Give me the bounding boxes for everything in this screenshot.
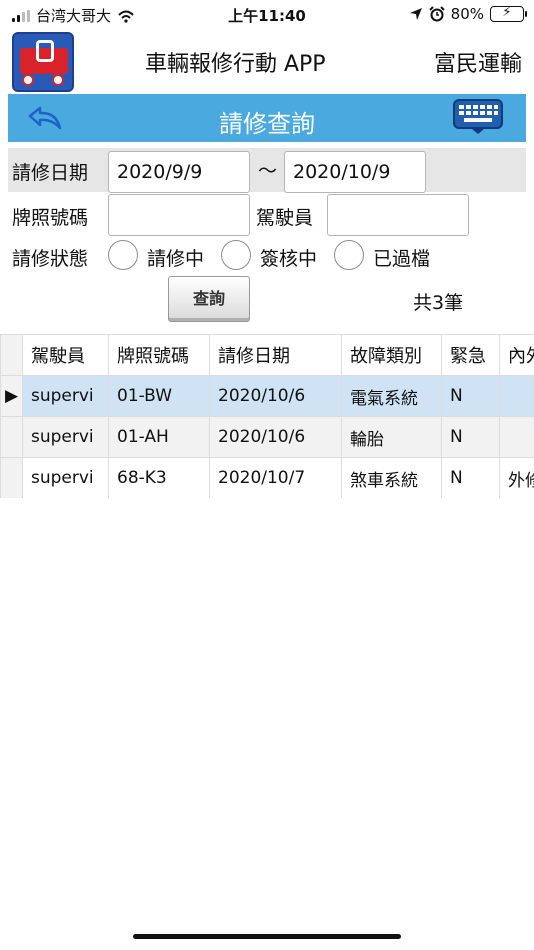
app-title: 車輛報修行動 APP <box>145 52 326 77</box>
home-indicator <box>133 934 401 939</box>
record-count: 共3筆 <box>413 292 464 314</box>
keyboard-icon[interactable] <box>452 98 504 136</box>
cell-date: 2020/10/6 <box>209 375 342 417</box>
table-row[interactable]: supervi 01-AH 2020/10/6 輪胎 N <box>0 416 534 458</box>
column-header-date[interactable]: 請修日期 <box>209 334 342 376</box>
column-header-plate[interactable]: 牌照號碼 <box>108 334 210 376</box>
grid-header-row: 駕駛員 牌照號碼 請修日期 故障類別 緊急 內外 <box>0 334 534 376</box>
cell-fault-type: 電氣系統 <box>341 375 442 417</box>
column-header-driver[interactable]: 駕駛員 <box>22 334 109 376</box>
cell-plate: 01-BW <box>108 375 210 417</box>
query-form: 請修日期 ～ 牌照號碼 駕駛員 請修狀態 請修中 簽核中 已過檔 查詢 共3筆 <box>8 148 526 330</box>
status-radio-approving[interactable] <box>221 240 251 270</box>
cell-urgent: N <box>441 375 500 417</box>
cell-date: 2020/10/6 <box>209 416 342 458</box>
query-button[interactable]: 查詢 <box>168 276 250 322</box>
title-bar: 請修查詢 <box>8 94 526 142</box>
page-title: 請修查詢 <box>219 110 315 138</box>
table-row[interactable]: ▶ supervi 01-BW 2020/10/6 電氣系統 N <box>0 375 534 417</box>
cell-driver: supervi <box>22 457 109 498</box>
status-bar: 台湾大哥大 上午11:40 80% ⚡ <box>0 0 534 30</box>
cell-urgent: N <box>441 416 500 458</box>
table-row[interactable]: supervi 68-K3 2020/10/7 煞車系統 N 外修 <box>0 457 534 498</box>
cell-urgent: N <box>441 457 500 498</box>
cell-plate: 01-AH <box>108 416 210 458</box>
column-header-urgent[interactable]: 緊急 <box>441 334 500 376</box>
battery-icon: ⚡ <box>490 5 527 22</box>
plate-number-label: 牌照號碼 <box>12 207 89 229</box>
status-option-repairing: 請修中 <box>147 248 205 270</box>
status-option-archived: 已過檔 <box>373 248 431 270</box>
status-option-approving: 簽核中 <box>260 248 318 270</box>
row-indicator <box>0 457 23 498</box>
date-from-input[interactable] <box>108 151 250 193</box>
alarm-icon <box>428 6 445 22</box>
result-grid: 駕駛員 牌照號碼 請修日期 故障類別 緊急 內外 ▶ supervi 01-BW… <box>0 334 534 498</box>
row-indicator-header <box>0 334 23 376</box>
cell-driver: supervi <box>22 416 109 458</box>
row-indicator: ▶ <box>0 375 23 417</box>
cell-in-out: 外修 <box>499 457 534 498</box>
location-icon <box>409 8 422 20</box>
status-radio-repairing[interactable] <box>108 240 138 270</box>
repair-date-label: 請修日期 <box>12 162 89 184</box>
status-radio-archived[interactable] <box>334 240 364 270</box>
plate-number-input[interactable] <box>108 194 250 236</box>
date-separator: ～ <box>258 160 278 182</box>
app-header: 車輛報修行動 APP 富民運輸 <box>0 30 534 94</box>
driver-label: 駕駛員 <box>256 207 314 229</box>
cell-fault-type: 輪胎 <box>341 416 442 458</box>
column-header-fault-type[interactable]: 故障類別 <box>341 334 442 376</box>
date-to-input[interactable] <box>284 151 426 193</box>
repair-status-label: 請修狀態 <box>12 248 89 270</box>
cell-fault-type: 煞車系統 <box>341 457 442 498</box>
cell-in-out <box>499 375 534 417</box>
company-name: 富民運輸 <box>433 52 522 77</box>
driver-input[interactable] <box>327 194 469 236</box>
cell-in-out <box>499 416 534 458</box>
cell-plate: 68-K3 <box>108 457 210 498</box>
column-header-in-out[interactable]: 內外 <box>499 334 534 376</box>
cell-date: 2020/10/7 <box>209 457 342 498</box>
cell-driver: supervi <box>22 375 109 417</box>
truck-repair-logo <box>12 32 74 92</box>
battery-percent: 80% <box>450 5 484 23</box>
row-indicator <box>0 416 23 458</box>
